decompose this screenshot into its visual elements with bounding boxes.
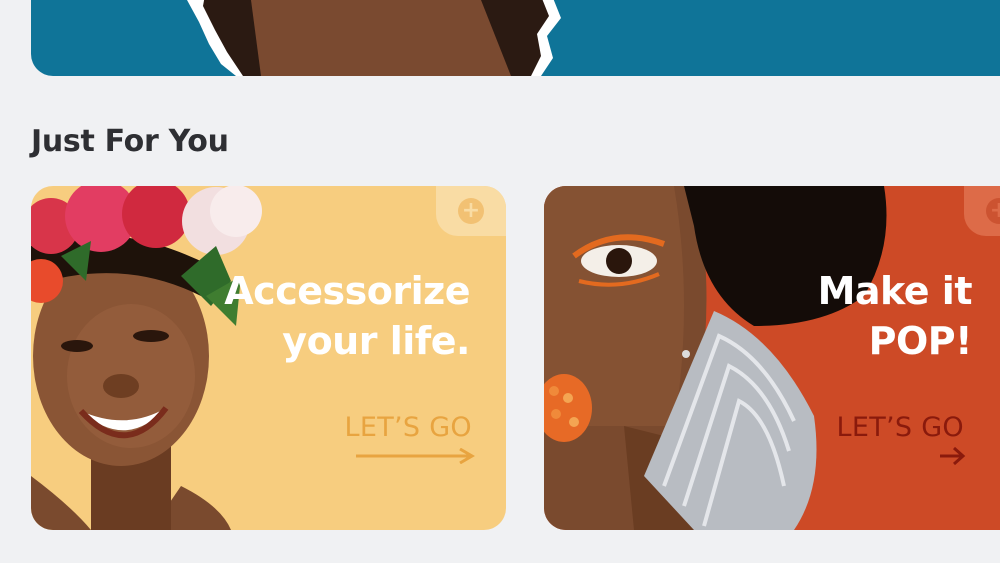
arrow-right-icon[interactable]	[940, 446, 966, 466]
card-headline-line2: your life.	[282, 319, 470, 363]
add-to-list-button[interactable]: +	[436, 186, 506, 236]
section-title: Just For You	[31, 124, 229, 159]
add-to-list-button[interactable]: +	[964, 186, 1000, 236]
card-headline: Make it POP!	[817, 266, 973, 366]
plus-icon: +	[458, 198, 484, 224]
hero-portrait-image	[187, 0, 561, 76]
plus-icon: +	[986, 198, 1000, 224]
lets-go-link[interactable]: LET’S GO	[837, 412, 964, 443]
card-headline-line1: Make it	[817, 269, 973, 313]
long-arrow-right-icon[interactable]	[356, 448, 476, 464]
promo-card-make-it-pop[interactable]: + Make it POP! LET’S GO	[544, 186, 1000, 530]
promo-card-accessorize[interactable]: + Accessorize your life. LET’S GO	[31, 186, 506, 530]
card-headline: Accessorize your life.	[224, 266, 470, 366]
card-headline-line1: Accessorize	[224, 269, 470, 313]
hero-banner[interactable]	[31, 0, 1000, 76]
lets-go-link[interactable]: LET’S GO	[345, 412, 472, 443]
card-headline-line2: POP!	[868, 319, 973, 363]
